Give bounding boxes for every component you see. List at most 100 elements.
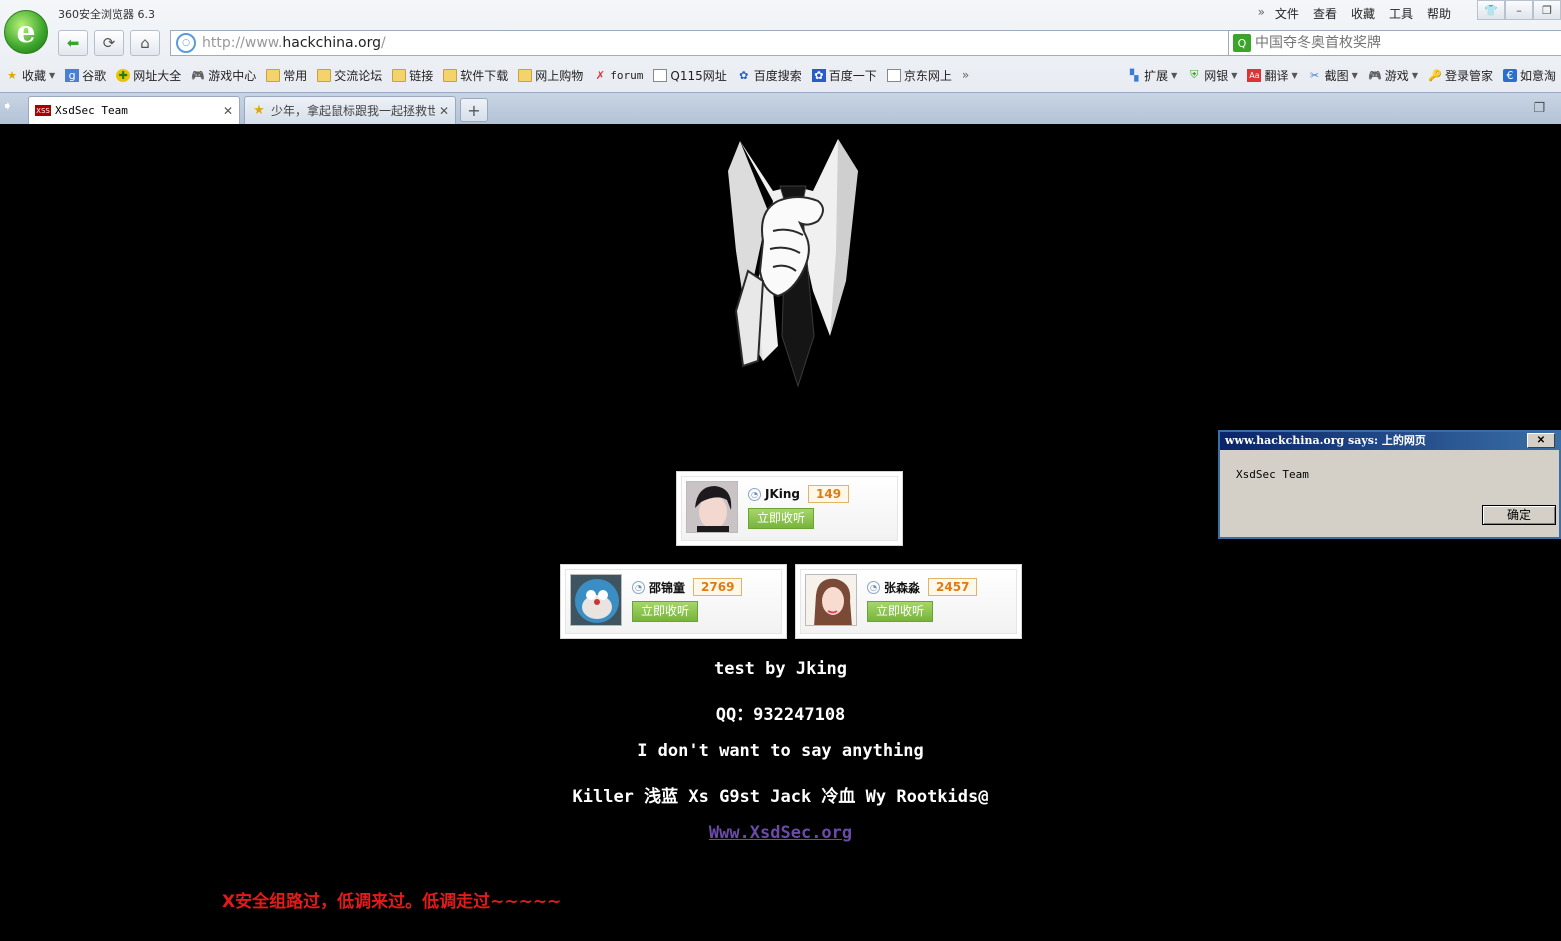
credit-line: test by Jking: [713, 659, 848, 679]
home-icon[interactable]: ⌂: [130, 30, 160, 56]
avatar-image: [571, 575, 621, 625]
search-engine-icon[interactable]: Q: [1233, 34, 1251, 52]
toolbar-screenshot[interactable]: ✂ 截图 ▼: [1303, 67, 1363, 84]
toolbar-extensions[interactable]: ▚ 扩展 ▼: [1122, 67, 1182, 84]
bookmark-folder[interactable]: 软件下载: [438, 67, 513, 84]
gamepad-icon: 🎮: [1367, 68, 1382, 82]
globe-icon: ✚: [116, 68, 131, 82]
x-logo-icon: ✗: [595, 68, 605, 82]
bookmark-item[interactable]: ★ 收藏 ▼: [0, 67, 60, 84]
url-domain: hackchina.org: [282, 35, 381, 51]
document-icon: [886, 68, 901, 82]
star-icon: ★: [7, 68, 17, 82]
double-chevron-right-icon[interactable]: »: [1258, 5, 1265, 22]
follower-count-badge: 2769: [693, 578, 743, 596]
user-name[interactable]: 张森淼: [884, 579, 920, 596]
follow-button[interactable]: 立即收听: [632, 601, 698, 622]
dropdown-arrow-icon: ▼: [1411, 70, 1418, 80]
menu-file[interactable]: 文件: [1275, 5, 1299, 22]
bookmark-item[interactable]: ✿ 百度一下: [807, 67, 882, 84]
avatar[interactable]: [570, 574, 622, 626]
folder-icon: [266, 68, 281, 82]
bookmark-folder[interactable]: 交流论坛: [312, 67, 387, 84]
tab-game[interactable]: ★ 少年，拿起鼠标跟我一起拯救世 ✕: [244, 96, 456, 124]
restore-tab-icon[interactable]: ❐: [1533, 101, 1545, 116]
baidu-icon: ✿: [811, 68, 826, 82]
google-icon: g: [65, 68, 80, 82]
close-icon[interactable]: ✕: [223, 104, 233, 118]
bookmark-item[interactable]: 🎮 游戏中心: [186, 67, 261, 84]
browser-logo-icon: e: [4, 10, 48, 54]
user-name[interactable]: JKing: [765, 487, 800, 501]
alert-title: www.hackchina.org says: 上的网页: [1225, 434, 1426, 447]
menu-view[interactable]: 查看: [1313, 5, 1337, 22]
dropdown-arrow-icon: ▼: [1231, 70, 1238, 80]
weibo-icon: ◔: [867, 580, 880, 594]
url-prefix: http://www.: [202, 35, 283, 51]
statement-line: I don't want to say anything: [637, 741, 924, 761]
search-input[interactable]: [1255, 35, 1545, 51]
site-link[interactable]: Www.XsdSec.org: [709, 823, 852, 843]
menu-help[interactable]: 帮助: [1427, 5, 1451, 22]
folder-icon: [317, 68, 332, 82]
weibo-icon: ◔: [748, 487, 761, 501]
toolbar-right: ▚ 扩展 ▼ ⛨ 网银 ▼ Aa 翻译 ▼ ✂ 截图 ▼ 🎮 游戏 ▼ 🔑 登录管家 € 如意淘: [1122, 67, 1561, 84]
dropdown-arrow-icon: ▼: [1351, 70, 1358, 80]
bookmark-item[interactable]: g 谷歌: [60, 67, 111, 84]
window-controls: 👕 – ❐: [1477, 0, 1561, 20]
bookmark-item[interactable]: ✿ 百度搜索: [732, 67, 807, 84]
bookmark-item[interactable]: ✚ 网址大全: [111, 67, 186, 84]
avatar[interactable]: [805, 574, 857, 626]
refresh-icon[interactable]: ⟳: [94, 30, 124, 56]
back-arrow-icon[interactable]: ⬅: [58, 30, 88, 56]
user-card-shao: ◔ 邵锦童 2769 立即收听: [560, 564, 787, 639]
toolbar-ruyitao[interactable]: € 如意淘: [1498, 67, 1561, 84]
ok-button[interactable]: 确定: [1482, 505, 1556, 525]
follow-button[interactable]: 立即收听: [867, 601, 933, 622]
tab-bar: ➧ XSS XsdSec Team ✕ ★ 少年，拿起鼠标跟我一起拯救世 ✕ +…: [0, 92, 1561, 124]
address-bar[interactable]: ○ http://www. hackchina.org / ▦ ⚡ ⌄: [170, 30, 1278, 56]
restore-icon[interactable]: ❐: [1533, 0, 1561, 20]
footer-message: X安全组路过，低调来过。低调走过~~~~~: [222, 892, 562, 912]
new-tab-button[interactable]: +: [460, 98, 488, 122]
sidebar-toggle-icon[interactable]: ➧: [2, 99, 20, 117]
avatar[interactable]: [686, 481, 738, 533]
site-link-line: Www.XsdSec.org: [0, 823, 1561, 843]
user-info: ◔ 张森淼 2457: [867, 578, 978, 596]
bookmark-item[interactable]: ✗ forum: [588, 69, 648, 82]
toolbar-banking[interactable]: ⛨ 网银 ▼: [1182, 67, 1242, 84]
shirt-skin-icon[interactable]: 👕: [1477, 0, 1505, 20]
bookmark-item[interactable]: 京东网上: [882, 67, 957, 84]
bookmark-folder[interactable]: 链接: [387, 67, 438, 84]
star-icon: ★: [253, 103, 265, 118]
toolbar-games[interactable]: 🎮 游戏 ▼: [1363, 67, 1423, 84]
bookmark-folder[interactable]: 常用: [261, 67, 312, 84]
menu-tools[interactable]: 工具: [1389, 5, 1413, 22]
tab-xsdsec[interactable]: XSS XsdSec Team ✕: [28, 96, 240, 124]
close-icon[interactable]: ✕: [439, 104, 449, 118]
bookmark-folder[interactable]: 网上购物: [513, 67, 588, 84]
dropdown-arrow-icon: ▼: [1291, 70, 1298, 80]
suit-hand-tie-emblem: [728, 139, 858, 387]
main-menu: » 文件 查看 收藏 工具 帮助: [1258, 5, 1451, 22]
site-favicon-icon: XSS: [35, 105, 51, 116]
search-box[interactable]: Q: [1228, 30, 1561, 56]
url-suffix: /: [381, 35, 386, 51]
user-name[interactable]: 邵锦童: [649, 579, 685, 596]
double-chevron-right-icon: »: [961, 68, 970, 82]
bookmarks-overflow[interactable]: »: [957, 68, 974, 82]
browser-chrome: 360安全浏览器 6.3 » 文件 查看 收藏 工具 帮助 👕 – ❐ e ⬅ …: [0, 0, 1561, 124]
shield-icon: ⛨: [1190, 68, 1199, 81]
minimize-icon[interactable]: –: [1505, 0, 1533, 20]
avatar-image: [687, 482, 737, 532]
toolbar-login-manager[interactable]: 🔑 登录管家: [1423, 67, 1498, 84]
toolbar-translate[interactable]: Aa 翻译 ▼: [1242, 67, 1302, 84]
key-icon: 🔑: [1428, 68, 1442, 82]
menu-favorites[interactable]: 收藏: [1351, 5, 1375, 22]
bookmark-item[interactable]: Q115网址: [648, 67, 731, 84]
follow-button[interactable]: 立即收听: [748, 508, 814, 529]
bookmarks-bar: ★ 收藏 ▼ g 谷歌 ✚ 网址大全 🎮 游戏中心 常用 交流论坛 链接 软件下载 网上购…: [0, 62, 1561, 88]
user-info: ◔ 邵锦童 2769: [632, 578, 743, 596]
alert-titlebar: www.hackchina.org says: 上的网页 ✕: [1220, 432, 1559, 450]
alert-close-button[interactable]: ✕: [1527, 433, 1555, 448]
